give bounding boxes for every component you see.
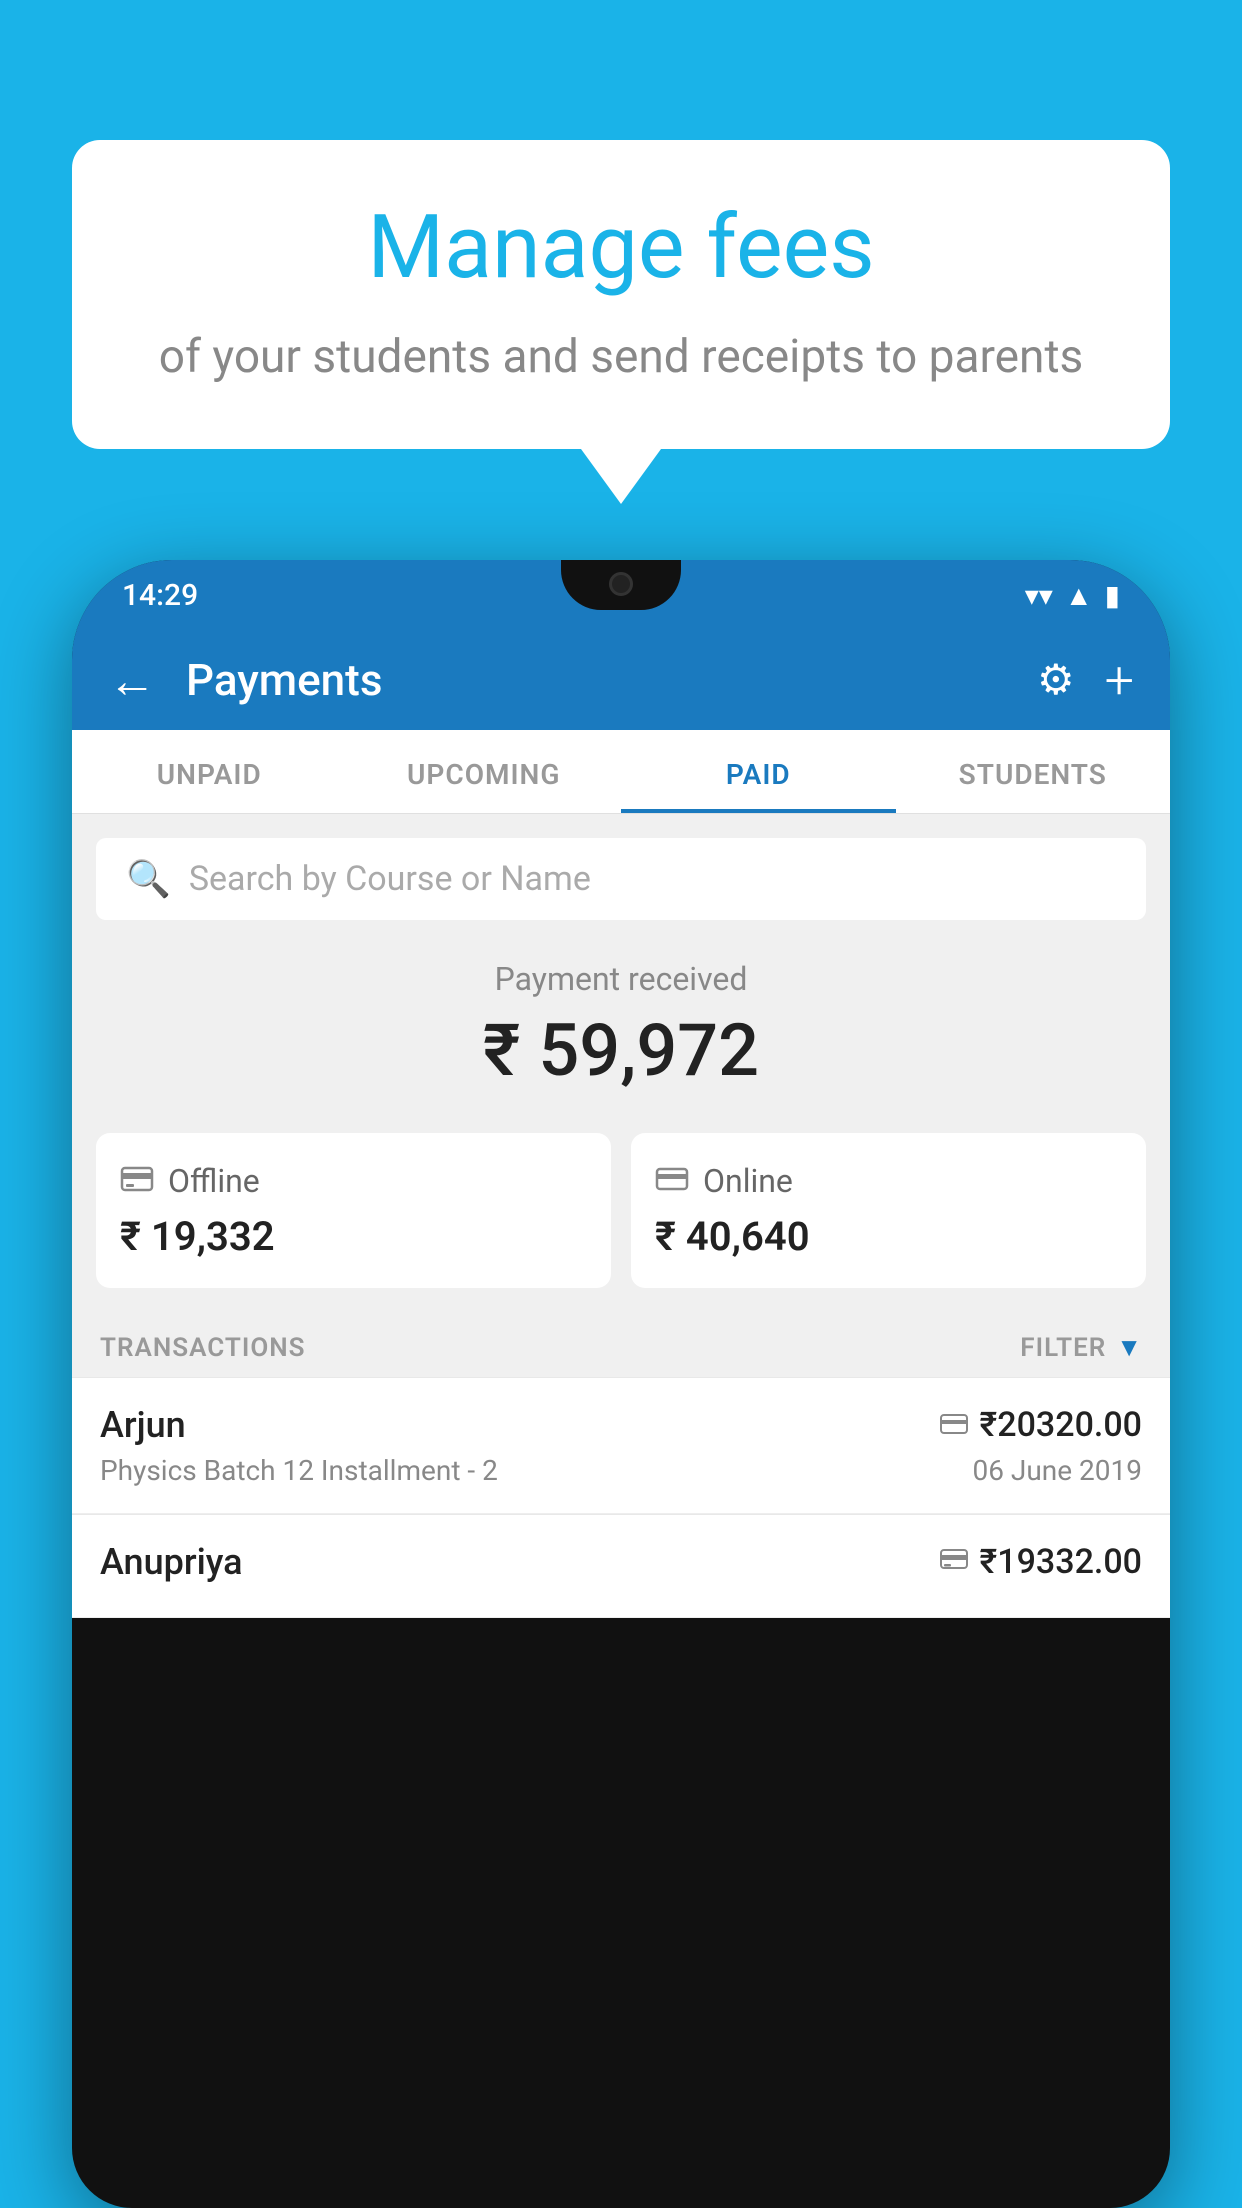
payment-cards: Offline ₹ 19,332 Online ₹ 40,640 [72,1113,1170,1308]
tab-paid[interactable]: PAID [621,730,896,813]
transaction-amount: ₹19332.00 [980,1542,1142,1582]
online-amount: ₹ 40,640 [655,1213,1122,1260]
phone-frame: 14:29 ▾▾ ▲ ▮ ← Payments ⚙ + UNPAID UPCOM… [72,560,1170,2208]
speech-bubble: Manage fees of your students and send re… [72,140,1170,449]
online-icon [655,1161,689,1201]
camera [609,572,633,596]
filter-icon: ▼ [1116,1332,1142,1363]
transaction-top: Anupriya ₹19332.00 [100,1541,1142,1583]
transaction-amount: ₹20320.00 [980,1405,1142,1445]
wifi-icon: ▾▾ [1025,579,1053,612]
payment-received-amount: ₹ 59,972 [96,1008,1146,1093]
offline-label: Offline [168,1162,260,1200]
search-bar[interactable]: 🔍 Search by Course or Name [96,838,1146,920]
date-info: 06 June 2019 [972,1454,1142,1487]
speech-bubble-arrow [581,449,661,504]
battery-icon: ▮ [1105,579,1120,612]
app-bar-title: Payments [186,654,1007,706]
offline-card: Offline ₹ 19,332 [96,1133,611,1288]
tab-unpaid[interactable]: UNPAID [72,730,347,813]
tabs-container: UNPAID UPCOMING PAID STUDENTS [72,730,1170,814]
app-bar: ← Payments ⚙ + [72,630,1170,730]
signal-icon: ▲ [1065,579,1093,612]
transaction-row[interactable]: Arjun ₹20320.00 Physics Batch 12 Install… [72,1378,1170,1514]
filter-section[interactable]: FILTER ▼ [1020,1332,1142,1363]
phone-content: 🔍 Search by Course or Name Payment recei… [72,814,1170,1618]
speech-bubble-title: Manage fees [152,200,1090,297]
offline-payment-icon [940,1546,968,1579]
speech-bubble-subtitle: of your students and send receipts to pa… [152,325,1090,389]
app-bar-icons: ⚙ + [1037,650,1134,711]
student-name: Anupriya [100,1541,243,1583]
search-placeholder-text: Search by Course or Name [189,859,591,899]
transactions-label: TRANSACTIONS [100,1333,306,1363]
online-payment-icon [940,1409,968,1442]
status-bar: 14:29 ▾▾ ▲ ▮ [72,560,1170,630]
notch [561,560,681,610]
search-icon: 🔍 [126,858,171,900]
filter-label: FILTER [1020,1333,1106,1363]
tab-students[interactable]: STUDENTS [896,730,1171,813]
payment-received-section: Payment received ₹ 59,972 [72,920,1170,1113]
tab-upcoming[interactable]: UPCOMING [347,730,622,813]
amount-section: ₹20320.00 [940,1405,1142,1445]
back-button[interactable]: ← [108,652,156,709]
online-label: Online [703,1162,793,1200]
transaction-bottom: Physics Batch 12 Installment - 2 06 June… [100,1454,1142,1487]
offline-amount: ₹ 19,332 [120,1213,587,1260]
online-card-header: Online [655,1161,1122,1201]
speech-bubble-section: Manage fees of your students and send re… [72,140,1170,504]
amount-section: ₹19332.00 [940,1542,1142,1582]
student-name: Arjun [100,1404,186,1446]
course-info: Physics Batch 12 Installment - 2 [100,1454,498,1487]
status-time: 14:29 [122,578,198,613]
add-button[interactable]: + [1105,650,1134,711]
transaction-top: Arjun ₹20320.00 [100,1404,1142,1446]
offline-icon [120,1161,154,1201]
transactions-header: TRANSACTIONS FILTER ▼ [72,1308,1170,1377]
offline-card-header: Offline [120,1161,587,1201]
payment-received-label: Payment received [96,960,1146,998]
settings-icon[interactable]: ⚙ [1037,655,1075,705]
transaction-row[interactable]: Anupriya ₹19332.00 [72,1515,1170,1618]
online-card: Online ₹ 40,640 [631,1133,1146,1288]
status-icons: ▾▾ ▲ ▮ [1025,579,1120,612]
